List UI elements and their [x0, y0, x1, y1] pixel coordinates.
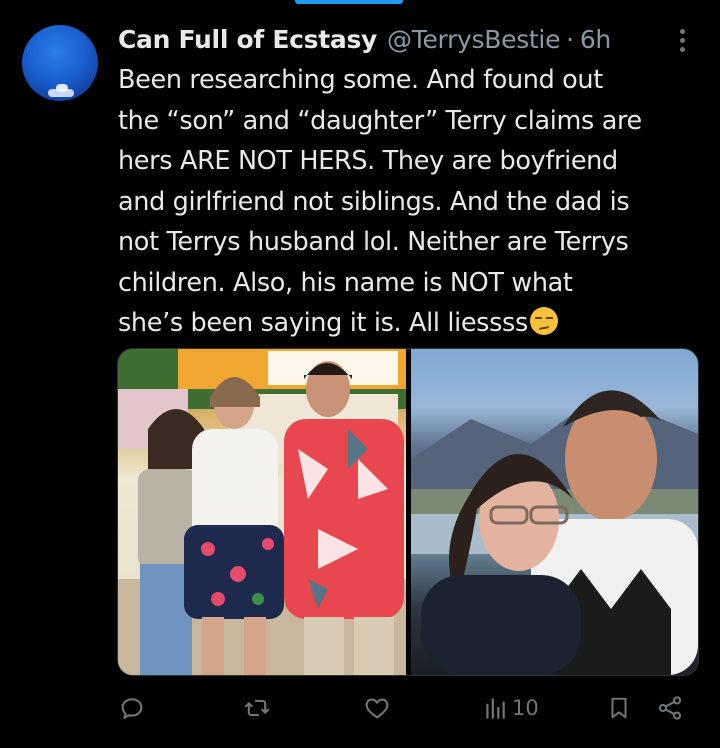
separator-dot: ·	[566, 24, 574, 54]
reply-icon	[121, 698, 143, 719]
avatar[interactable]	[22, 25, 98, 101]
heart-icon	[365, 698, 389, 719]
views-count: 10	[512, 696, 539, 720]
retweet-icon	[244, 699, 270, 717]
tweet-text-line: Been researching some. And found out	[118, 65, 603, 95]
active-tab-indicator	[295, 0, 403, 4]
action-bar: 10	[0, 684, 720, 732]
photo-left-illustration	[118, 349, 406, 675]
media-grid	[117, 348, 699, 676]
more-options-icon[interactable]	[672, 26, 694, 56]
views-icon	[486, 698, 505, 719]
unamused-face-icon	[529, 307, 558, 335]
tweet-text-line: children. Also, his name is NOT what	[118, 267, 573, 298]
tweet-text-line-last: she’s been saying it is. All liessss	[118, 303, 708, 344]
bookmark-icon	[611, 697, 627, 719]
photo-left[interactable]	[118, 349, 406, 675]
tweet-text-line: not Terrys husband lol. Neither are Terr…	[118, 227, 629, 257]
photo-right-illustration	[411, 390, 698, 675]
reply-button[interactable]	[118, 684, 146, 732]
retweet-button[interactable]	[243, 684, 271, 732]
tweet-header: Can Full of Ecstasy @TerrysBestie · 6h	[118, 22, 611, 56]
user-handle[interactable]: @TerrysBestie	[387, 25, 560, 54]
avatar-cloud	[56, 84, 68, 92]
views-button[interactable]: 10	[482, 684, 539, 732]
tweet-text-line: the “son” and “daughter” Terry claims ar…	[118, 105, 642, 136]
tweet-text: Been researching some. And found out the…	[118, 60, 708, 344]
share-button[interactable]	[656, 684, 684, 732]
bookmark-button[interactable]	[606, 684, 632, 732]
display-name[interactable]: Can Full of Ecstasy	[118, 25, 377, 54]
tweet-text-line: she’s been saying it is. All liessss	[118, 308, 528, 338]
tweet-text-line: and girlfriend not siblings. And the dad…	[118, 186, 630, 217]
photo-right[interactable]	[411, 349, 698, 675]
like-button[interactable]	[363, 684, 391, 732]
share-icon	[658, 696, 682, 720]
timestamp[interactable]: 6h	[580, 25, 611, 54]
tweet-text-line: hers ARE NOT HERS. They are boyfriend	[118, 146, 618, 176]
